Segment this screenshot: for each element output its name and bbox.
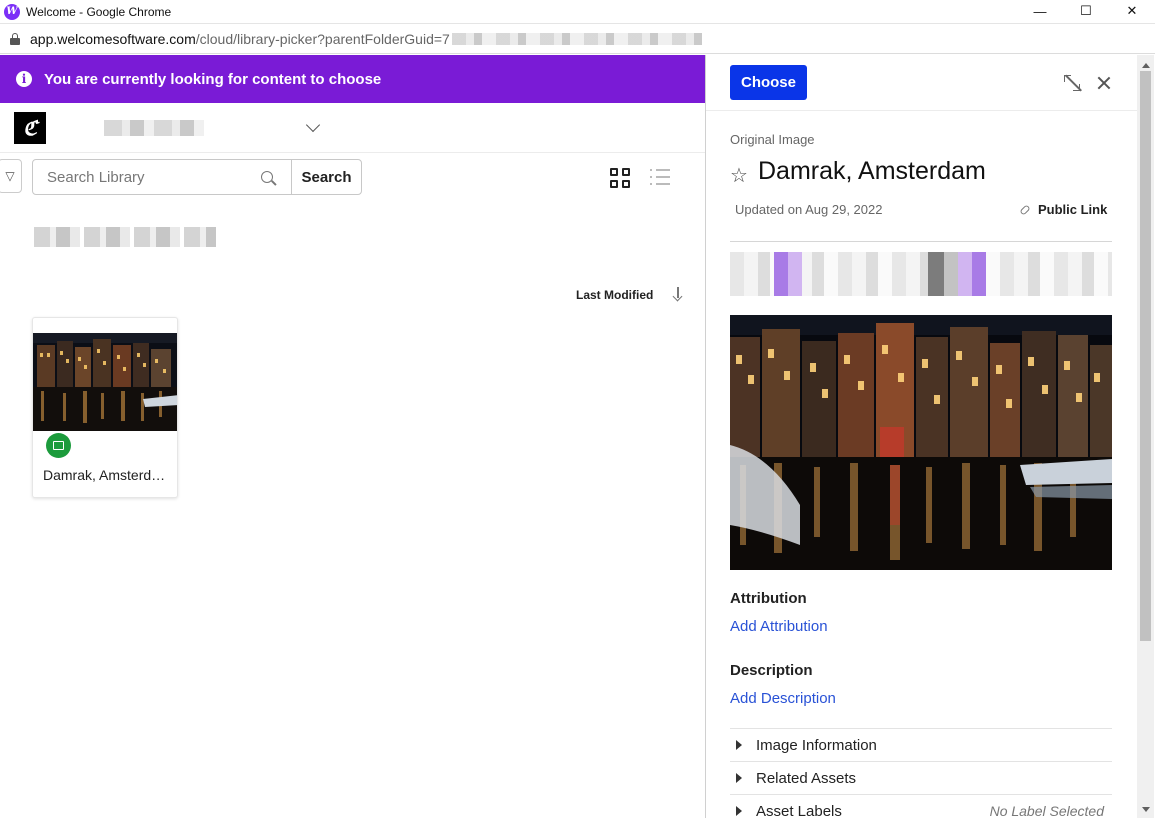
search-box[interactable] xyxy=(32,159,292,195)
accordion-related-assets[interactable]: Related Assets xyxy=(730,761,1112,794)
redacted-breadcrumb xyxy=(34,227,216,247)
caret-right-icon xyxy=(736,773,742,783)
sort-direction-icon[interactable] xyxy=(677,287,679,298)
minimize-button[interactable]: — xyxy=(1017,0,1063,22)
redacted-url-segment xyxy=(451,33,702,45)
expand-icon[interactable] xyxy=(1064,74,1082,92)
chevron-down-icon[interactable] xyxy=(305,117,321,132)
scroll-down-arrow-icon[interactable] xyxy=(1142,807,1150,812)
asset-thumbnail xyxy=(33,333,177,431)
list-view-icon[interactable] xyxy=(650,169,670,187)
filter-button[interactable]: ▽ xyxy=(0,159,22,193)
add-description-link[interactable]: Add Description xyxy=(730,690,836,707)
maximize-button[interactable]: ☐ xyxy=(1063,0,1109,22)
description-heading: Description xyxy=(730,662,813,679)
accordion-label: Asset Labels xyxy=(756,802,842,818)
detail-scrollbar[interactable] xyxy=(1137,55,1154,818)
asset-preview-image[interactable] xyxy=(730,315,1112,570)
public-link-button[interactable]: Public Link xyxy=(1019,202,1108,217)
org-selector[interactable]: ℭ xyxy=(0,103,705,153)
scrollbar-thumb[interactable] xyxy=(1140,71,1151,641)
star-icon[interactable]: ☆ xyxy=(730,163,748,188)
asset-type-label: Original Image xyxy=(730,132,815,147)
divider xyxy=(730,241,1112,242)
choose-button[interactable]: Choose xyxy=(730,65,807,100)
accordion-label: Related Assets xyxy=(756,769,857,787)
updated-date: Updated on Aug 29, 2022 xyxy=(735,202,883,217)
close-window-button[interactable]: ✕ xyxy=(1109,0,1155,22)
search-button[interactable]: Search xyxy=(291,159,362,195)
org-logo: ℭ xyxy=(14,111,46,144)
window-title-bar: W Welcome - Google Chrome — ☐ ✕ xyxy=(0,0,1155,24)
sort-label[interactable]: Last Modified xyxy=(576,288,653,302)
search-icon[interactable] xyxy=(261,171,273,183)
accordion-asset-labels[interactable]: Asset Labels No Label Selected xyxy=(730,794,1112,818)
scroll-up-arrow-icon[interactable] xyxy=(1142,63,1150,68)
welcome-app-icon: W xyxy=(4,3,20,20)
image-icon xyxy=(46,433,71,458)
library-panel: i You are currently looking for content … xyxy=(0,55,705,818)
accordion-image-information[interactable]: Image Information xyxy=(730,728,1112,761)
asset-title: Damrak, Amsterdam xyxy=(758,157,986,185)
close-icon[interactable] xyxy=(1096,75,1112,91)
caret-right-icon xyxy=(736,740,742,750)
banner-text: You are currently looking for content to… xyxy=(44,70,382,88)
asset-card-title: Damrak, Amsterdam xyxy=(43,467,169,483)
asset-labels-value: No Label Selected xyxy=(989,803,1104,818)
window-controls: — ☐ ✕ xyxy=(1017,0,1155,24)
attribution-heading: Attribution xyxy=(730,590,807,607)
url-host: app.welcomesoftware.com xyxy=(30,31,196,47)
accordion-label: Image Information xyxy=(756,736,877,754)
link-icon xyxy=(1019,203,1031,216)
grid-view-icon[interactable] xyxy=(610,168,630,188)
window-title: Welcome - Google Chrome xyxy=(26,4,172,19)
address-bar[interactable]: app.welcomesoftware.com /cloud/library-p… xyxy=(0,25,1155,54)
url-path: /cloud/library-picker?parentFolderGuid=7 xyxy=(195,31,450,47)
picker-banner: i You are currently looking for content … xyxy=(0,55,705,103)
redacted-org-name xyxy=(104,119,204,136)
lock-icon xyxy=(10,33,20,45)
search-input[interactable] xyxy=(47,168,247,186)
detail-header: Choose xyxy=(706,55,1138,111)
caret-right-icon xyxy=(736,806,742,816)
asset-detail-panel: Choose Original Image ☆ Damrak, Amsterda… xyxy=(706,55,1138,818)
redacted-tags xyxy=(730,252,1112,296)
asset-card[interactable]: Damrak, Amsterdam xyxy=(32,317,178,498)
search-toolbar: ▽ Search xyxy=(0,157,705,195)
info-icon: i xyxy=(16,71,32,87)
public-link-label: Public Link xyxy=(1038,202,1108,217)
add-attribution-link[interactable]: Add Attribution xyxy=(730,618,828,635)
